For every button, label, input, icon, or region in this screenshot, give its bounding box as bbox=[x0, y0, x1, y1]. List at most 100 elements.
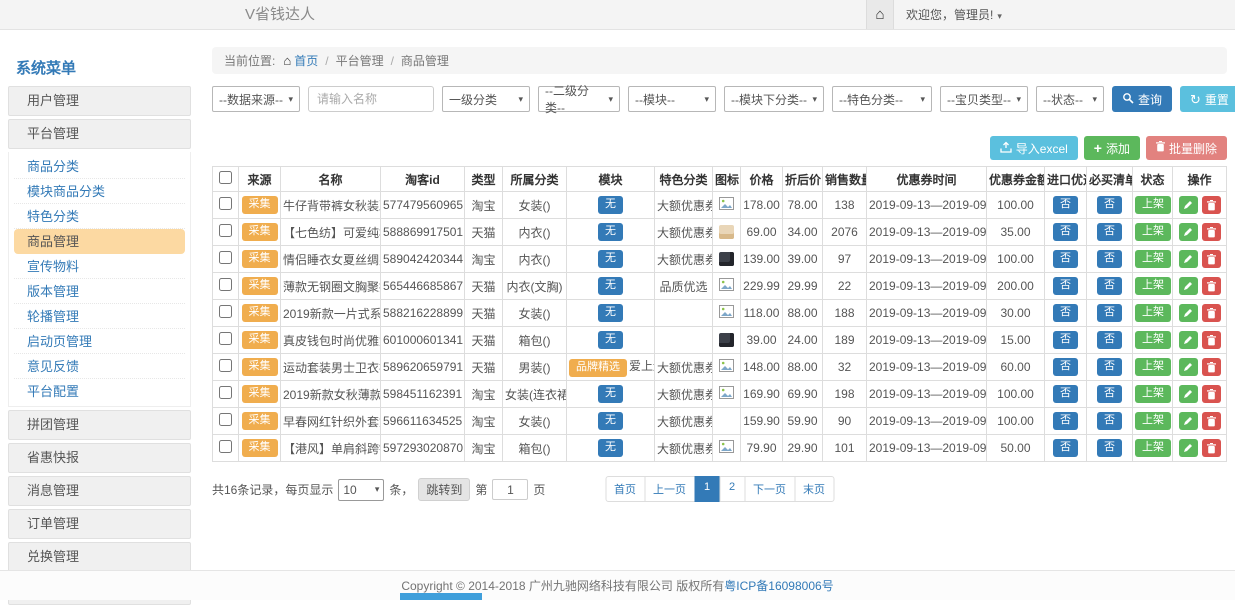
delete-button[interactable] bbox=[1202, 304, 1221, 322]
filter-select-status[interactable]: --状态--▾ bbox=[1036, 86, 1104, 112]
status-badge[interactable]: 上架 bbox=[1135, 196, 1171, 214]
must-buy-badge[interactable]: 否 bbox=[1097, 304, 1122, 322]
sidebar-group-拼团管理[interactable]: 拼团管理 bbox=[8, 410, 191, 440]
must-buy-badge[interactable]: 否 bbox=[1097, 385, 1122, 403]
edit-button[interactable] bbox=[1179, 196, 1198, 214]
row-checkbox[interactable] bbox=[219, 278, 232, 291]
filter-select-special-category[interactable]: --特色分类--▾ bbox=[832, 86, 932, 112]
user-menu[interactable]: 欢迎您，管理员!▾ bbox=[906, 0, 1002, 31]
sidebar-group-省惠快报[interactable]: 省惠快报 bbox=[8, 443, 191, 473]
row-checkbox[interactable] bbox=[219, 305, 232, 318]
must-buy-badge[interactable]: 否 bbox=[1097, 250, 1122, 268]
filter-select-module[interactable]: --模块--▾ bbox=[628, 86, 716, 112]
select-all-checkbox[interactable] bbox=[219, 171, 232, 184]
row-checkbox[interactable] bbox=[219, 251, 232, 264]
sidebar-item-意见反馈[interactable]: 意见反馈 bbox=[14, 354, 185, 379]
status-badge[interactable]: 上架 bbox=[1135, 385, 1171, 403]
sidebar-group-用户管理[interactable]: 用户管理 bbox=[8, 86, 191, 116]
pager-button-2[interactable]: 2 bbox=[719, 476, 745, 502]
sidebar-item-启动页管理[interactable]: 启动页管理 bbox=[14, 329, 185, 354]
delete-button[interactable] bbox=[1202, 331, 1221, 349]
row-checkbox[interactable] bbox=[219, 440, 232, 453]
sidebar-item-轮播管理[interactable]: 轮播管理 bbox=[14, 304, 185, 329]
search-button[interactable]: 查询 bbox=[1112, 86, 1172, 112]
edit-button[interactable] bbox=[1179, 385, 1198, 403]
batch-delete-button[interactable]: 批量删除 bbox=[1146, 136, 1227, 160]
edit-button[interactable] bbox=[1179, 331, 1198, 349]
status-badge[interactable]: 上架 bbox=[1135, 412, 1171, 430]
edit-button[interactable] bbox=[1179, 277, 1198, 295]
status-badge[interactable]: 上架 bbox=[1135, 358, 1171, 376]
edit-button[interactable] bbox=[1179, 223, 1198, 241]
filter-select-category-level1[interactable]: 一级分类▾ bbox=[442, 86, 530, 112]
imported-badge[interactable]: 否 bbox=[1053, 439, 1078, 457]
sidebar-item-商品管理[interactable]: 商品管理 bbox=[14, 229, 185, 254]
edit-button[interactable] bbox=[1179, 358, 1198, 376]
row-checkbox[interactable] bbox=[219, 197, 232, 210]
status-badge[interactable]: 上架 bbox=[1135, 304, 1171, 322]
delete-button[interactable] bbox=[1202, 250, 1221, 268]
edit-button[interactable] bbox=[1179, 412, 1198, 430]
imported-badge[interactable]: 否 bbox=[1053, 196, 1078, 214]
pager-button-下一页[interactable]: 下一页 bbox=[744, 476, 795, 502]
status-badge[interactable]: 上架 bbox=[1135, 223, 1171, 241]
pager-button-末页[interactable]: 末页 bbox=[794, 476, 834, 502]
imported-badge[interactable]: 否 bbox=[1053, 412, 1078, 430]
delete-button[interactable] bbox=[1202, 385, 1221, 403]
imported-badge[interactable]: 否 bbox=[1053, 331, 1078, 349]
must-buy-badge[interactable]: 否 bbox=[1097, 439, 1122, 457]
must-buy-badge[interactable]: 否 bbox=[1097, 358, 1122, 376]
must-buy-badge[interactable]: 否 bbox=[1097, 412, 1122, 430]
delete-button[interactable] bbox=[1202, 412, 1221, 430]
add-button[interactable]: + 添加 bbox=[1084, 136, 1140, 160]
imported-badge[interactable]: 否 bbox=[1053, 277, 1078, 295]
home-button[interactable]: ⌂ bbox=[866, 0, 894, 29]
row-checkbox[interactable] bbox=[219, 413, 232, 426]
row-checkbox[interactable] bbox=[219, 386, 232, 399]
delete-button[interactable] bbox=[1202, 223, 1221, 241]
must-buy-badge[interactable]: 否 bbox=[1097, 331, 1122, 349]
edit-button[interactable] bbox=[1179, 304, 1198, 322]
jump-page-input[interactable] bbox=[492, 479, 528, 500]
pager-button-首页[interactable]: 首页 bbox=[605, 476, 645, 502]
row-checkbox[interactable] bbox=[219, 332, 232, 345]
sidebar-group-兑换管理[interactable]: 兑换管理 bbox=[8, 542, 191, 572]
sidebar-item-版本管理[interactable]: 版本管理 bbox=[14, 279, 185, 304]
reset-button[interactable]: ↻ 重置 bbox=[1180, 86, 1235, 112]
sidebar-item-模块商品分类[interactable]: 模块商品分类 bbox=[14, 179, 185, 204]
pager-button-上一页[interactable]: 上一页 bbox=[644, 476, 695, 502]
filter-select-module-subcategory[interactable]: --模块下分类--▾ bbox=[724, 86, 824, 112]
delete-button[interactable] bbox=[1202, 196, 1221, 214]
edit-button[interactable] bbox=[1179, 439, 1198, 457]
status-badge[interactable]: 上架 bbox=[1135, 331, 1171, 349]
jump-button[interactable]: 跳转到 bbox=[418, 478, 470, 501]
sidebar-group-消息管理[interactable]: 消息管理 bbox=[8, 476, 191, 506]
must-buy-badge[interactable]: 否 bbox=[1097, 277, 1122, 295]
pager-current-page[interactable]: 1 bbox=[694, 476, 720, 502]
sidebar-group-订单管理[interactable]: 订单管理 bbox=[8, 509, 191, 539]
filter-select-data-source[interactable]: --数据来源--▾ bbox=[212, 86, 300, 112]
status-badge[interactable]: 上架 bbox=[1135, 250, 1171, 268]
filter-select-item-type[interactable]: --宝贝类型--▾ bbox=[940, 86, 1028, 112]
breadcrumb-home-link[interactable]: 首页 bbox=[294, 54, 318, 68]
must-buy-badge[interactable]: 否 bbox=[1097, 223, 1122, 241]
per-page-select[interactable]: 10▾ bbox=[338, 479, 384, 501]
row-checkbox[interactable] bbox=[219, 359, 232, 372]
sidebar-item-特色分类[interactable]: 特色分类 bbox=[14, 204, 185, 229]
sidebar-item-商品分类[interactable]: 商品分类 bbox=[14, 154, 185, 179]
status-badge[interactable]: 上架 bbox=[1135, 439, 1171, 457]
row-checkbox[interactable] bbox=[219, 224, 232, 237]
import-excel-button[interactable]: 导入excel bbox=[990, 136, 1078, 160]
imported-badge[interactable]: 否 bbox=[1053, 223, 1078, 241]
status-badge[interactable]: 上架 bbox=[1135, 277, 1171, 295]
name-search-input[interactable] bbox=[308, 86, 434, 112]
sidebar-group-平台管理[interactable]: 平台管理 bbox=[8, 119, 191, 149]
sidebar-item-平台配置[interactable]: 平台配置 bbox=[14, 379, 185, 404]
filter-select-category-level2[interactable]: --二级分类--▾ bbox=[538, 86, 620, 112]
imported-badge[interactable]: 否 bbox=[1053, 358, 1078, 376]
edit-button[interactable] bbox=[1179, 250, 1198, 268]
imported-badge[interactable]: 否 bbox=[1053, 304, 1078, 322]
delete-button[interactable] bbox=[1202, 358, 1221, 376]
delete-button[interactable] bbox=[1202, 277, 1221, 295]
must-buy-badge[interactable]: 否 bbox=[1097, 196, 1122, 214]
